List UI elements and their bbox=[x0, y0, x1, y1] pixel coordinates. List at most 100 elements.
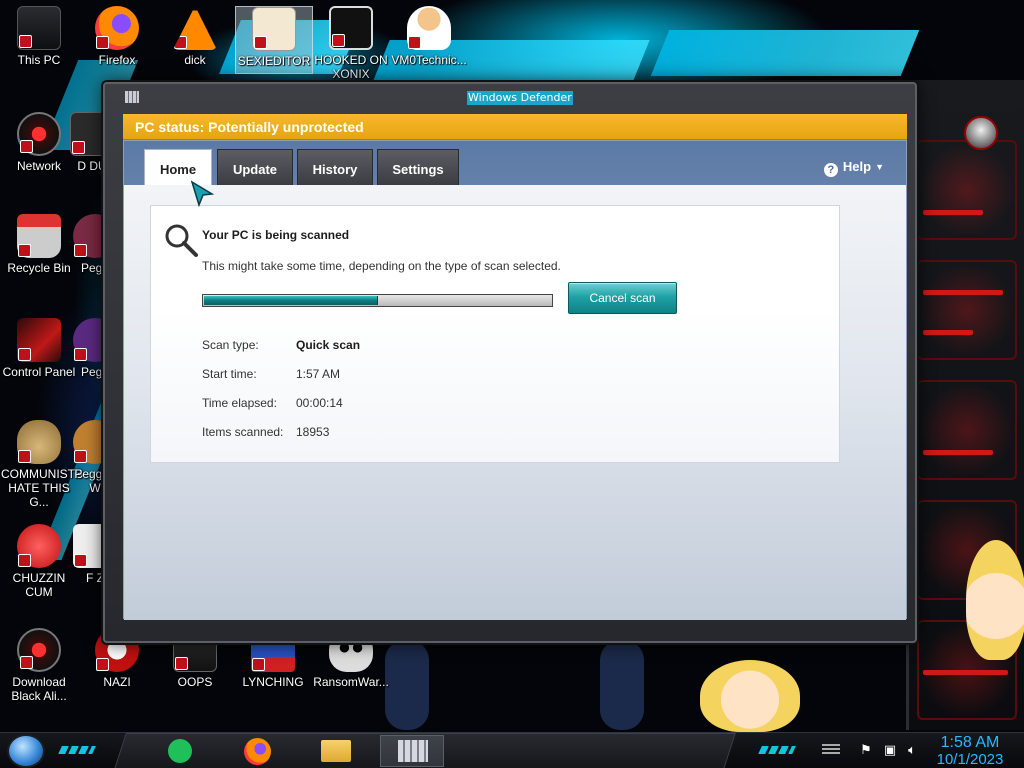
desktop-icon-control-panel[interactable]: Control Panel bbox=[0, 318, 78, 379]
wallpaper-figure bbox=[600, 640, 644, 730]
windows-defender-window: Windows Defender PC status: Potentially … bbox=[103, 82, 917, 643]
hud-bar bbox=[923, 330, 973, 335]
desktop-icon-sexieditor[interactable]: SEXIEDITOR bbox=[235, 6, 313, 74]
desktop-icon-this-pc[interactable]: This PC bbox=[0, 6, 78, 67]
desktop-icon-firefox[interactable]: Firefox bbox=[78, 6, 156, 67]
taskbar-decoration bbox=[58, 746, 96, 754]
taskbar-decoration bbox=[758, 746, 796, 754]
taskbar-sticky-notes[interactable] bbox=[160, 735, 200, 767]
windows-defender-icon bbox=[398, 740, 428, 762]
wallpaper-cartoon bbox=[700, 660, 800, 732]
mouse-cursor-icon bbox=[190, 180, 215, 208]
scan-progress-fill bbox=[204, 296, 378, 305]
desktop-icon-label: SEXIEDITOR bbox=[237, 54, 311, 68]
taskbar-firefox[interactable] bbox=[238, 735, 278, 767]
clock-date: 10/1/2023 bbox=[936, 751, 1004, 768]
cancel-scan-button[interactable]: Cancel scan bbox=[568, 282, 677, 314]
tab-history[interactable]: History bbox=[297, 149, 373, 185]
pc-status-bar: PC status: Potentially unprotected bbox=[123, 114, 907, 140]
scan-detail-key: Time elapsed: bbox=[202, 396, 277, 410]
magnifier-icon bbox=[165, 224, 198, 257]
desktop-icon-label: This PC bbox=[17, 53, 61, 67]
recycle-bin-icon bbox=[17, 214, 61, 258]
tab-label: Home bbox=[159, 162, 197, 177]
clock-time: 1:58 AM bbox=[940, 734, 1000, 751]
network-icon bbox=[17, 112, 61, 156]
alienware-icon bbox=[17, 628, 61, 672]
desktop-icon-label: Recycle Bin bbox=[7, 261, 71, 275]
desktop-icon-label: VM0Technic... bbox=[391, 53, 467, 67]
desktop-icon-label: OOPS bbox=[177, 675, 213, 689]
desktop-icon-label: COMMUNISTS HATE THIS G... bbox=[1, 467, 83, 509]
network-icon[interactable]: ▣ bbox=[882, 742, 898, 758]
taskbar: ⚑ ▣ 🔈︎ 1:58 AM 10/1/2023 bbox=[0, 732, 1024, 768]
defender-castle-icon bbox=[125, 91, 139, 103]
taskbar-clock[interactable]: 1:58 AM 10/1/2023 bbox=[930, 734, 1010, 768]
tab-label: Update bbox=[232, 162, 278, 177]
hud-bar bbox=[923, 210, 983, 215]
help-label: Help bbox=[842, 159, 872, 174]
tab-settings[interactable]: Settings bbox=[377, 149, 459, 185]
scan-title: Your PC is being scanned bbox=[202, 228, 350, 242]
chuzzle-icon bbox=[17, 524, 61, 568]
help-menu-button[interactable]: ? Help ▼ bbox=[823, 159, 884, 177]
desktop-icon-label: NAZI bbox=[103, 675, 131, 689]
firefox-icon bbox=[244, 738, 271, 765]
wallpaper-band bbox=[650, 30, 920, 76]
firefox-icon bbox=[95, 6, 139, 50]
hud-bar bbox=[923, 670, 1008, 675]
desktop-icon-vm0technic[interactable]: VM0Technic... bbox=[390, 6, 468, 67]
scan-detail-value: 00:00:14 bbox=[296, 396, 343, 410]
window-client-area: PC status: Potentially unprotected Home … bbox=[123, 114, 907, 620]
doctor-icon bbox=[407, 6, 451, 50]
desktop-icon-download-black-ali[interactable]: Download Black Ali... bbox=[0, 628, 78, 703]
scan-detail-value: 18953 bbox=[296, 425, 330, 439]
flag-icon[interactable]: ⚑ bbox=[858, 742, 874, 758]
wallpaper-figure bbox=[385, 640, 429, 730]
hud-gauge bbox=[917, 140, 1017, 240]
desktop-icon-chuzzin-cum[interactable]: CHUZZIN CUM bbox=[0, 524, 78, 599]
desktop-icon-dick[interactable]: dick bbox=[156, 6, 234, 67]
desktop-icon-label: dick bbox=[184, 53, 206, 67]
alienware-logo-icon bbox=[964, 116, 998, 150]
hud-gauge bbox=[917, 260, 1017, 360]
taskbar-windows-defender[interactable] bbox=[380, 735, 444, 767]
file-explorer-icon bbox=[321, 740, 351, 762]
tab-label: History bbox=[312, 162, 358, 177]
defender-panel: Home Update History Settings ? Help ▼ Yo… bbox=[123, 140, 907, 620]
taskbar-file-explorer[interactable] bbox=[316, 735, 356, 767]
window-titlebar[interactable]: Windows Defender bbox=[105, 84, 915, 114]
desktop-icon-label: Firefox bbox=[98, 53, 136, 67]
vlc-cone-icon bbox=[173, 6, 217, 50]
desktop-icon-communists[interactable]: COMMUNISTS HATE THIS G... bbox=[0, 420, 83, 509]
money-bag-icon bbox=[17, 420, 61, 464]
scan-progress-bar bbox=[202, 294, 553, 307]
scan-detail-key: Items scanned: bbox=[202, 425, 284, 439]
scan-detail-key: Scan type: bbox=[202, 338, 259, 352]
xonix-game-icon bbox=[329, 6, 373, 50]
desktop-icon-recycle-bin[interactable]: Recycle Bin bbox=[0, 214, 78, 275]
tab-label: Settings bbox=[392, 162, 444, 177]
desktop-icon-label: LYNCHING bbox=[242, 675, 304, 689]
scan-status-card: Your PC is being scanned This might take… bbox=[150, 205, 840, 463]
chevron-down-icon: ▼ bbox=[875, 162, 884, 172]
pc-status-text: PC status: Potentially unprotected bbox=[135, 119, 364, 135]
volume-icon[interactable]: 🔈︎ bbox=[904, 742, 920, 758]
help-icon: ? bbox=[823, 163, 838, 177]
scan-detail-key: Start time: bbox=[202, 367, 257, 381]
desktop-icon-label: Download Black Ali... bbox=[11, 675, 67, 703]
scan-description: This might take some time, depending on … bbox=[202, 259, 561, 273]
scan-detail-value: Quick scan bbox=[296, 338, 361, 352]
desktop-icon-label: HOOKED ON XONIX bbox=[314, 53, 388, 81]
desktop-icon-hooked-on-xonix[interactable]: HOOKED ON XONIX bbox=[312, 6, 390, 81]
desktop-icon-label: Control Panel bbox=[2, 365, 76, 379]
desktop-icon-label: CHUZZIN CUM bbox=[12, 571, 66, 599]
control-panel-icon bbox=[17, 318, 61, 362]
sticky-notes-icon bbox=[168, 739, 192, 763]
desktop-icon-label: RansomWar... bbox=[313, 675, 389, 689]
home-tab-content: Your PC is being scanned This might take… bbox=[124, 185, 906, 620]
show-hidden-icons-icon[interactable] bbox=[822, 744, 840, 756]
start-button[interactable] bbox=[7, 734, 45, 768]
tab-update[interactable]: Update bbox=[217, 149, 293, 185]
hud-bar bbox=[923, 450, 993, 455]
